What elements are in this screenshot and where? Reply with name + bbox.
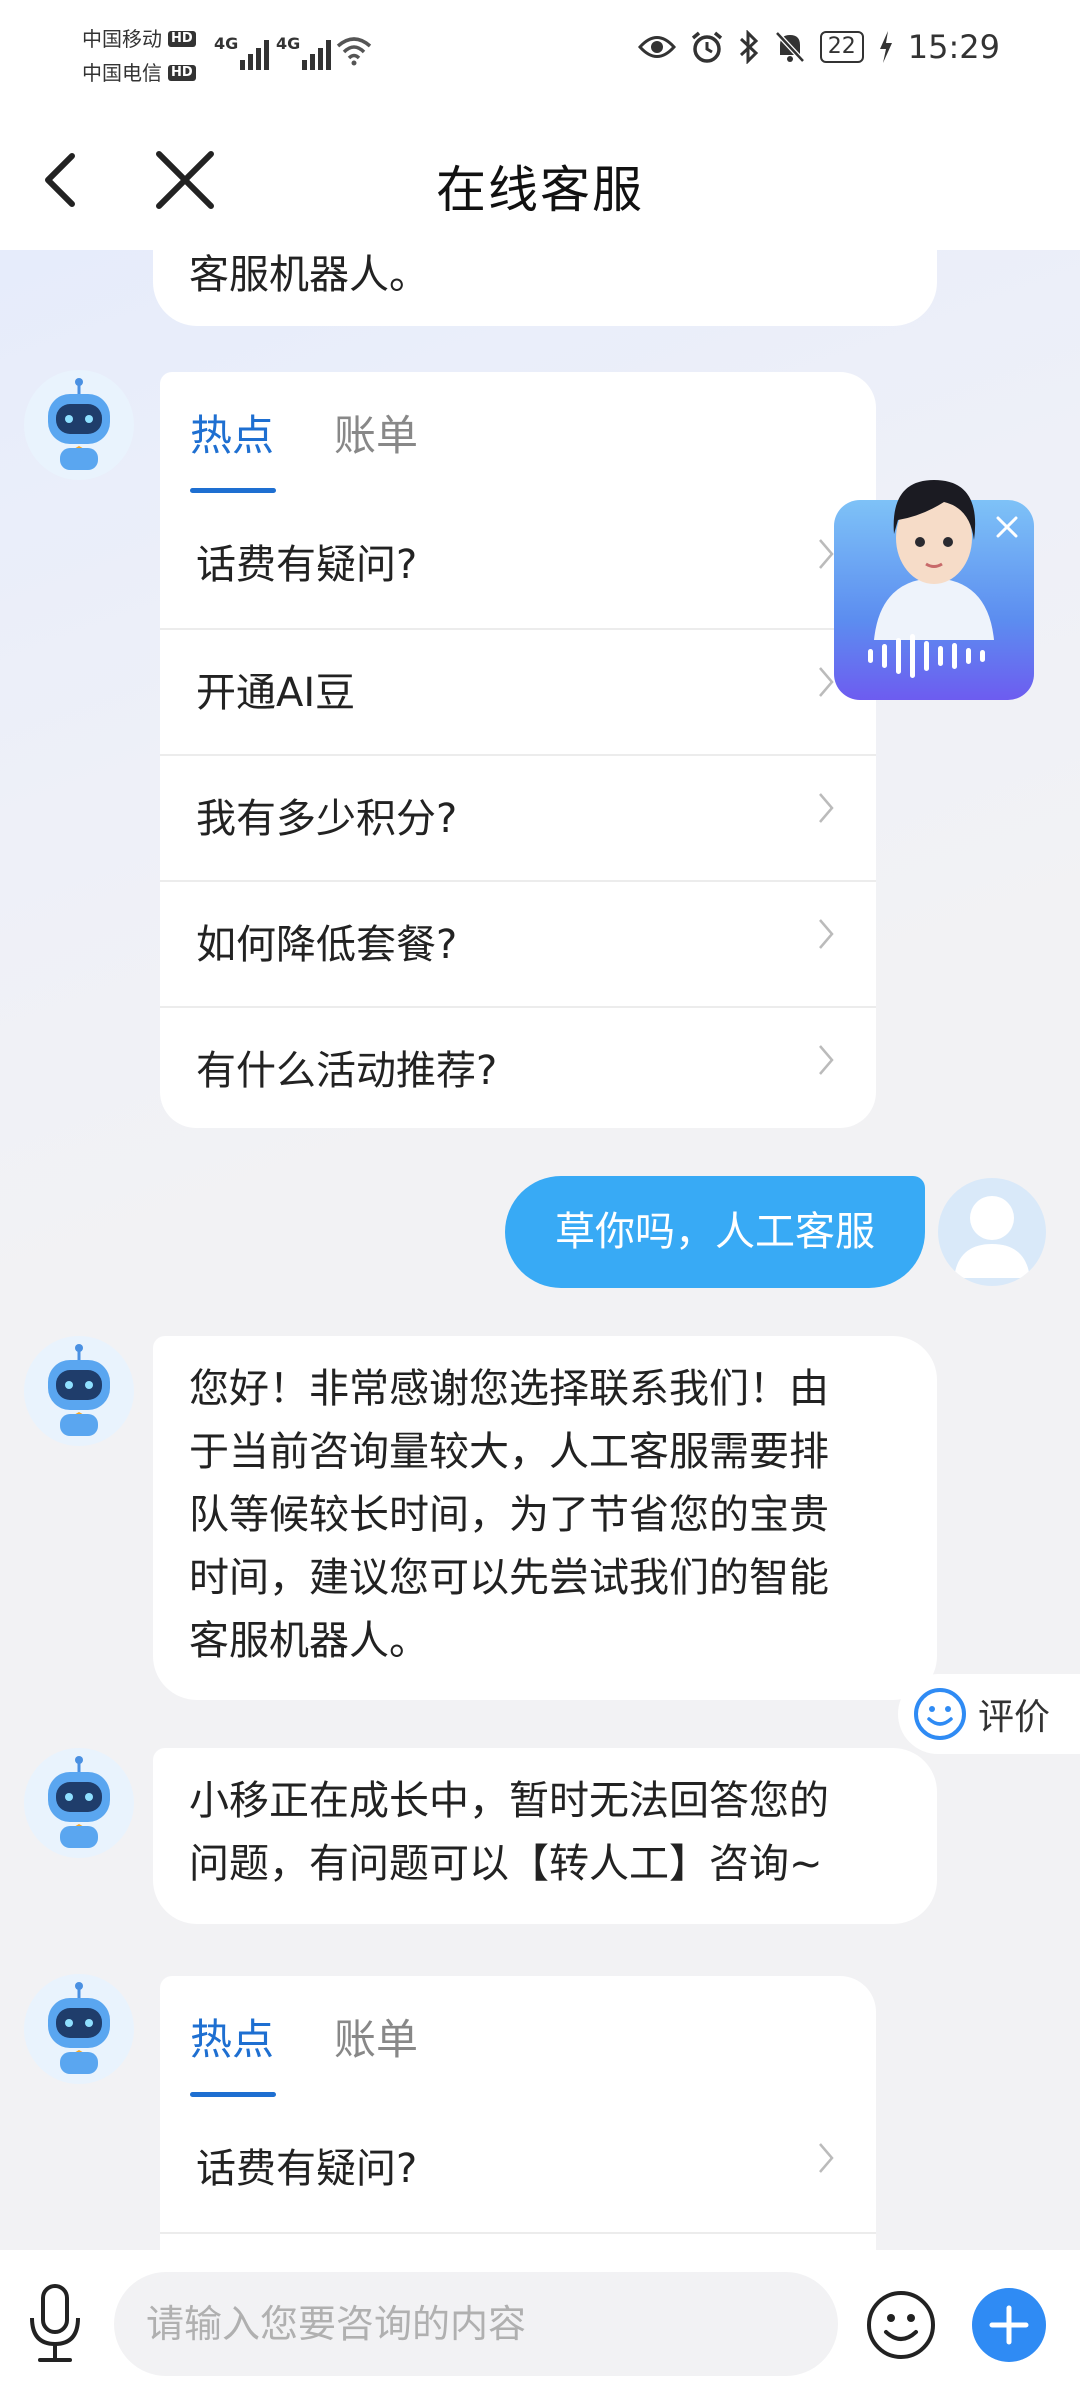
charging-icon xyxy=(879,31,892,63)
emoji-button[interactable] xyxy=(864,2288,938,2362)
message-line: 问题，有问题可以【转人工】咨询~ xyxy=(189,1841,823,1887)
menu-item[interactable]: 话费有疑问? xyxy=(160,502,876,628)
message-input[interactable] xyxy=(114,2272,838,2376)
chevron-right-icon xyxy=(819,793,834,823)
alarm-icon xyxy=(691,31,722,63)
menu-item[interactable]: 有什么活动推荐? xyxy=(160,1006,876,1128)
microphone-button[interactable] xyxy=(20,2278,90,2368)
bot-avatar xyxy=(24,370,134,480)
menu-tabs: 热点 账单 xyxy=(160,1976,876,2106)
chevron-right-icon xyxy=(819,2143,834,2173)
message-text: 您好！非常感谢您选择联系我们！由 于当前咨询量较大，人工客服需要排 队等候较长时… xyxy=(189,1358,829,1673)
bot-avatar xyxy=(24,1748,134,1858)
header: 在线客服 xyxy=(0,110,1080,250)
bluetooth-icon xyxy=(739,30,758,64)
plus-icon xyxy=(989,2305,1029,2345)
tab-bill[interactable]: 账单 xyxy=(334,2006,418,2067)
message-line: 小移正在成长中，暂时无法回答您的 xyxy=(189,1778,829,1824)
menu-item-label: 有什么活动推荐? xyxy=(196,1048,498,1094)
mute-bell-icon xyxy=(774,31,805,63)
signal-icon xyxy=(302,36,331,70)
battery-level: 22 xyxy=(819,31,864,63)
quick-menu-card: 热点 账单 话费有疑问? xyxy=(160,1976,876,2250)
menu-item-label: 开通AI豆 xyxy=(196,670,356,716)
assistant-avatar-icon xyxy=(874,480,994,640)
menu-item[interactable]: 话费有疑问? xyxy=(160,2106,876,2232)
menu-item-label: 我有多少积分? xyxy=(196,796,458,842)
message-text: 小移正在成长中，暂时无法回答您的 问题，有问题可以【转人工】咨询~ xyxy=(189,1770,829,1896)
chevron-right-icon xyxy=(819,539,834,569)
status-icons: 22 15:29 xyxy=(637,28,1000,66)
tab-hot[interactable]: 热点 xyxy=(190,402,274,463)
robot-icon xyxy=(48,1344,110,1436)
bot-message: 您好！非常感谢您选择联系我们！由 于当前咨询量较大，人工客服需要排 队等候较长时… xyxy=(153,1336,937,1700)
signal-icon xyxy=(240,36,269,70)
status-bar: 中国移动 HD 中国电信 HD 4G 4G 22 15:29 xyxy=(0,0,1080,110)
robot-icon xyxy=(48,1756,110,1848)
tab-indicator xyxy=(190,2092,276,2097)
page-title: 在线客服 xyxy=(436,161,644,219)
user-avatar xyxy=(938,1178,1046,1286)
message-line: 时间，建议您可以先尝试我们的智能 xyxy=(189,1555,829,1601)
message-line: 队等候较长时间，为了节省您的宝贵 xyxy=(189,1492,829,1538)
menu-item[interactable] xyxy=(160,2232,876,2250)
user-avatar-icon xyxy=(954,1196,1030,1278)
carrier-1: 中国移动 xyxy=(82,27,162,51)
rate-button[interactable]: 评价 xyxy=(898,1674,1080,1754)
chat-area[interactable]: 客服机器人。 热点 账单 话费有疑问? 开通AI豆 我有多少积分? 如何降低套餐… xyxy=(0,250,1080,2250)
tab-indicator xyxy=(190,488,276,493)
voice-wave-icon xyxy=(868,634,985,678)
input-bar xyxy=(0,2250,1080,2400)
menu-item[interactable]: 我有多少积分? xyxy=(160,754,876,880)
message-line: 于当前咨询量较大，人工客服需要排 xyxy=(189,1429,829,1475)
virtual-assistant-widget[interactable] xyxy=(834,480,1034,700)
wifi-icon xyxy=(336,37,372,66)
rate-label: 评价 xyxy=(978,1697,1051,1738)
menu-item-label: 话费有疑问? xyxy=(196,2146,418,2192)
quick-menu-card: 热点 账单 话费有疑问? 开通AI豆 我有多少积分? 如何降低套餐? 有什么活动… xyxy=(160,372,876,1128)
add-button[interactable] xyxy=(972,2288,1046,2362)
chevron-right-icon xyxy=(819,919,834,949)
bot-avatar xyxy=(24,1336,134,1446)
chevron-right-icon xyxy=(819,667,834,697)
network-type-1: 4G xyxy=(214,34,239,53)
menu-tabs: 热点 账单 xyxy=(160,372,876,502)
robot-icon xyxy=(48,1982,110,2074)
message-line: 客服机器人。 xyxy=(189,1618,429,1664)
robot-icon xyxy=(48,378,110,470)
close-icon[interactable] xyxy=(992,512,1022,542)
smiley-icon xyxy=(914,1688,966,1740)
hd-badge: HD xyxy=(168,65,196,81)
message-line: 您好！非常感谢您选择联系我们！由 xyxy=(189,1366,829,1412)
menu-item[interactable]: 如何降低套餐? xyxy=(160,880,876,1006)
menu-item-label: 如何降低套餐? xyxy=(196,922,458,968)
bot-message-partial: 客服机器人。 xyxy=(153,250,937,326)
hd-badge: HD xyxy=(168,31,196,47)
bot-message: 小移正在成长中，暂时无法回答您的 问题，有问题可以【转人工】咨询~ xyxy=(153,1748,937,1924)
network-type-2: 4G xyxy=(276,34,301,53)
tab-bill[interactable]: 账单 xyxy=(334,402,418,463)
bot-avatar xyxy=(24,1974,134,2084)
message-text: 客服机器人。 xyxy=(189,252,429,298)
user-message: 草你吗，人工客服 xyxy=(505,1176,925,1288)
menu-item-label: 话费有疑问? xyxy=(196,542,418,588)
chevron-right-icon xyxy=(819,1045,834,1075)
eye-icon xyxy=(637,36,676,58)
menu-item[interactable]: 开通AI豆 xyxy=(160,628,876,754)
clock: 15:29 xyxy=(907,28,1000,66)
tab-hot[interactable]: 热点 xyxy=(190,2006,274,2067)
carrier-2: 中国电信 xyxy=(82,61,162,85)
carrier-info: 中国移动 HD 中国电信 HD xyxy=(82,22,196,90)
